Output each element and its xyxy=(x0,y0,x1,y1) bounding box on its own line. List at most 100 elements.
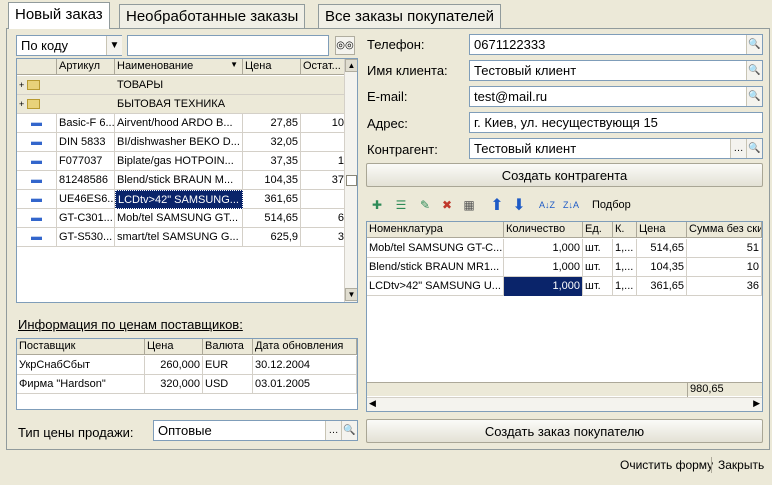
binoculars-icon[interactable]: ◎◎ xyxy=(335,36,355,55)
order-item-price: 514,65 xyxy=(637,239,687,258)
table-row[interactable]: ▬ DIN 5833 BI/dishwasher BEKO D... 32,05 xyxy=(17,133,347,152)
column-header-quantity[interactable]: Количество xyxy=(504,222,583,238)
order-grid[interactable]: Номенклатура Количество Ед. К. Цена Сумм… xyxy=(366,221,763,412)
chevron-down-icon[interactable]: ▼ xyxy=(106,36,122,55)
phone-field[interactable]: 0671122333 xyxy=(469,34,763,55)
table-row[interactable]: ▬ GT-S530... smart/tel SAMSUNG G... 625,… xyxy=(17,228,347,247)
sort-descending-icon[interactable]: Z↓A xyxy=(562,196,580,214)
group-label: ТОВАРЫ xyxy=(117,79,164,91)
product-name: LCDtv>42" SAMSUNG... xyxy=(115,190,243,209)
table-row[interactable]: ▬ GT-C301... Mob/tel SAMSUNG GT... 514,6… xyxy=(17,209,347,228)
tab-unprocessed-orders[interactable]: Необработанные заказы xyxy=(119,4,306,28)
product-name: smart/tel SAMSUNG G... xyxy=(115,228,243,247)
order-item-unit: шт. xyxy=(583,277,613,296)
column-header-update-date[interactable]: Дата обновления xyxy=(253,339,357,355)
supplier-price: 320,000 xyxy=(145,375,203,394)
scroll-right-icon[interactable]: ▶ xyxy=(753,398,760,409)
product-article: UE46ES6... xyxy=(57,190,115,209)
scroll-left-icon[interactable]: ◀ xyxy=(369,398,376,409)
products-grid[interactable]: Артикул Наименование ▼ Цена Остат... + ТО… xyxy=(16,58,358,303)
tab-new-order[interactable]: Новый заказ xyxy=(8,2,110,29)
scroll-thumb[interactable] xyxy=(346,175,357,186)
search-icon[interactable]: 🔍 xyxy=(746,139,762,158)
search-icon[interactable]: 🔍 xyxy=(341,421,357,440)
column-header-name[interactable]: Наименование ▼ xyxy=(115,59,243,75)
column-header-article[interactable]: Артикул xyxy=(57,59,115,75)
column-header-supplier-price[interactable]: Цена xyxy=(145,339,203,355)
products-scrollbar[interactable]: ▲ ▼ xyxy=(344,59,357,302)
order-item-qty[interactable]: 1,000 xyxy=(504,277,583,296)
product-stock xyxy=(301,133,347,152)
supplier-grid[interactable]: Поставщик Цена Валюта Дата обновления Ук… xyxy=(16,338,358,410)
create-contractor-button[interactable]: Создать контрагента xyxy=(366,163,763,187)
table-row[interactable]: Mob/tel SAMSUNG GT-C... 1,000 шт. 1,... … xyxy=(367,239,762,258)
address-field[interactable]: г. Киев, ул. несуществующя 15 xyxy=(469,112,763,133)
item-icon: ▬ xyxy=(17,114,57,133)
order-item-price: 361,65 xyxy=(637,277,687,296)
order-item-name: Blend/stick BRAUN MR1... xyxy=(367,258,504,277)
column-header-unit[interactable]: Ед. xyxy=(583,222,613,238)
tab-all-customer-orders[interactable]: Все заказы покупателей xyxy=(318,4,501,28)
column-header-price[interactable]: Цена xyxy=(243,59,301,75)
item-icon: ▬ xyxy=(17,228,57,247)
group-row[interactable]: + БЫТОВАЯ ТЕХНИКА xyxy=(17,95,347,114)
product-stock xyxy=(301,190,347,209)
contractor-label: Контрагент: xyxy=(367,142,438,157)
table-row[interactable]: УкрСнабСбыт 260,000 EUR 30.12.2004 xyxy=(17,356,357,375)
table-row[interactable]: ▬ F077037 Biplate/gas HOTPOIN... 37,35 1 xyxy=(17,152,347,171)
move-up-icon[interactable]: ⬆ xyxy=(488,196,506,214)
table-row[interactable]: ▬ Basic-F 6... Airvent/hood ARDO B... 27… xyxy=(17,114,347,133)
email-field[interactable]: test@mail.ru xyxy=(469,86,763,107)
create-order-button[interactable]: Создать заказ покупателю xyxy=(366,419,763,443)
table-row[interactable]: Blend/stick BRAUN MR1... 1,000 шт. 1,...… xyxy=(367,258,762,277)
supplier-date: 03.01.2005 xyxy=(253,375,357,394)
supplier-currency: USD xyxy=(203,375,253,394)
table-row[interactable]: LCDtv>42" SAMSUNG U... 1,000 шт. 1,... 3… xyxy=(367,277,762,296)
search-input[interactable] xyxy=(127,35,329,56)
sort-ascending-icon[interactable]: A↓Z xyxy=(538,196,556,214)
add-row-icon[interactable]: ✚ xyxy=(368,196,386,214)
search-icon[interactable]: 🔍 xyxy=(746,87,762,106)
contractor-field[interactable]: Тестовый клиент xyxy=(469,138,763,159)
column-header-stock[interactable]: Остат... xyxy=(301,59,347,75)
order-hscrollbar[interactable]: ◀ ▶ xyxy=(367,397,762,411)
column-header-nomenclature[interactable]: Номенклатура xyxy=(367,222,504,238)
client-name-field[interactable]: Тестовый клиент xyxy=(469,60,763,81)
order-item-k: 1,... xyxy=(613,258,637,277)
search-icon[interactable]: 🔍 xyxy=(746,61,762,80)
ellipsis-icon[interactable]: … xyxy=(325,421,341,440)
column-header-sum[interactable]: Сумма без ски xyxy=(687,222,762,238)
table-row[interactable]: ▬ UE46ES6... LCDtv>42" SAMSUNG... 361,65 xyxy=(17,190,347,209)
ellipsis-icon[interactable]: … xyxy=(730,139,746,158)
table-row[interactable]: ▬ 81248586 Blend/stick BRAUN M... 104,35… xyxy=(17,171,347,190)
column-header-k[interactable]: К. xyxy=(613,222,637,238)
scroll-down-icon[interactable]: ▼ xyxy=(345,288,357,301)
order-total: 980,65 xyxy=(687,383,762,397)
table-row[interactable]: Фирма "Hardson" 320,000 USD 03.01.2005 xyxy=(17,375,357,394)
order-footer-row: 980,65 xyxy=(367,382,762,397)
column-header-price[interactable]: Цена xyxy=(637,222,687,238)
product-price: 514,65 xyxy=(243,209,301,228)
group-label: БЫТОВАЯ ТЕХНИКА xyxy=(117,98,226,110)
price-type-value: Оптовые xyxy=(158,423,212,438)
column-header-currency[interactable]: Валюта xyxy=(203,339,253,355)
column-header-supplier[interactable]: Поставщик xyxy=(17,339,145,355)
end-edit-icon[interactable]: ▦ xyxy=(460,196,478,214)
move-down-icon[interactable]: ⬇ xyxy=(510,196,528,214)
order-item-price: 104,35 xyxy=(637,258,687,277)
product-stock: 6 xyxy=(301,209,347,228)
search-icon[interactable]: 🔍 xyxy=(746,35,762,54)
scroll-up-icon[interactable]: ▲ xyxy=(345,59,357,72)
clear-form-button[interactable]: Очистить форму xyxy=(620,458,713,472)
item-icon: ▬ xyxy=(17,133,57,152)
pick-button[interactable]: Подбор xyxy=(592,199,631,211)
group-row[interactable]: + ТОВАРЫ xyxy=(17,76,347,95)
edit-row-icon[interactable]: ✎ xyxy=(416,196,434,214)
delete-row-icon[interactable]: ✖ xyxy=(438,196,456,214)
order-item-qty: 1,000 xyxy=(504,239,583,258)
supplier-price: 260,000 xyxy=(145,356,203,375)
close-button[interactable]: Закрыть xyxy=(718,458,764,472)
product-price: 104,35 xyxy=(243,171,301,190)
copy-row-icon[interactable]: ☰ xyxy=(392,196,410,214)
order-item-k: 1,... xyxy=(613,239,637,258)
